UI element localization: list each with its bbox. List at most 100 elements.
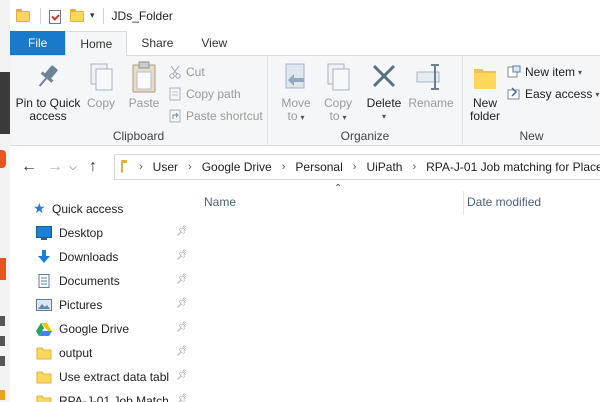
copy-path-icon xyxy=(168,87,182,101)
toolbar-divider xyxy=(40,7,41,24)
forward-arrow-icon[interactable]: → xyxy=(44,156,66,178)
copy-button[interactable]: Copy xyxy=(84,60,118,110)
delete-chevron-down-icon[interactable]: ▾ xyxy=(382,110,386,123)
copy-label: Copy xyxy=(86,96,115,110)
up-arrow-icon[interactable]: ↑ xyxy=(82,156,104,178)
move-to-label-line2: to ▾ xyxy=(287,109,305,123)
tab-view[interactable]: View xyxy=(187,31,241,55)
cut-label: Cut xyxy=(186,65,205,79)
pin-icon[interactable]: 📌︎ xyxy=(176,251,186,261)
pin-icon[interactable]: 📌︎ xyxy=(176,299,186,309)
breadcrumb-separator-icon: › xyxy=(139,161,143,173)
column-divider[interactable] xyxy=(463,191,464,215)
column-header-date-modified[interactable]: Date modified xyxy=(467,187,541,217)
sidebar-item-label: Use extract data tabl xyxy=(59,370,170,384)
pin-icon[interactable]: 📌︎ xyxy=(176,323,186,333)
title-bar: ▾ JDs_Folder xyxy=(10,0,600,31)
sidebar-item-label: Desktop xyxy=(59,226,104,240)
tab-file[interactable]: File xyxy=(10,31,66,55)
copy-to-label-line2: to ▾ xyxy=(329,109,347,123)
breadcrumb-rpa-folder[interactable]: RPA-J-01 Job matching for Placeme xyxy=(426,160,600,174)
pin-to-quick-access-button[interactable]: Pin to Quick access xyxy=(14,60,82,123)
sidebar-item-desktop[interactable]: Desktop 📌︎ xyxy=(36,222,186,244)
easy-access-chevron-down-icon: ▾ xyxy=(595,89,600,99)
back-arrow-icon[interactable]: ← xyxy=(18,156,40,178)
rename-icon xyxy=(415,60,447,94)
download-icon xyxy=(36,250,52,264)
copy-path-label: Copy path xyxy=(186,87,241,101)
address-bar[interactable]: › User › Google Drive › Personal › UiPat… xyxy=(114,154,600,180)
easy-access-button[interactable]: Easy access ▾ xyxy=(507,84,599,104)
easy-access-label: Easy access xyxy=(525,87,593,101)
copy-path-button[interactable]: Copy path xyxy=(168,84,241,104)
folder-icon xyxy=(16,8,30,22)
screen: ▾ JDs_Folder File Home Share View Pin to… xyxy=(0,0,600,402)
column-header-date-label: Date modified xyxy=(467,195,542,209)
pin-icon[interactable]: 📌︎ xyxy=(176,395,186,402)
sidebar-item-use-extract-data[interactable]: Use extract data tabl 📌︎ xyxy=(36,366,186,388)
new-item-button[interactable]: New item ▾ xyxy=(507,62,582,82)
new-item-label: New item xyxy=(525,65,576,79)
paste-shortcut-button[interactable]: Paste shortcut xyxy=(168,106,263,126)
background-text-fragment xyxy=(0,356,5,366)
properties-icon[interactable] xyxy=(49,9,61,24)
pin-icon[interactable]: 📌︎ xyxy=(176,371,186,381)
breadcrumb-separator-icon[interactable]: › xyxy=(188,161,192,173)
customize-toolbar-chevron-icon[interactable]: ▾ xyxy=(90,10,95,21)
sidebar-item-downloads[interactable]: Downloads 📌︎ xyxy=(36,246,186,268)
background-orange-mark xyxy=(0,150,6,168)
folder-icon xyxy=(36,370,52,384)
clipboard-group: Pin to Quick access Copy Paste Cut Copy … xyxy=(10,56,268,146)
tab-home[interactable]: Home xyxy=(65,31,128,56)
breadcrumb-separator-icon[interactable]: › xyxy=(282,161,286,173)
navigation-bar: ← → ⌵ ↑ › User › Google Drive › Personal… xyxy=(10,147,600,187)
new-folder-button[interactable]: New folder xyxy=(467,60,503,123)
sidebar-item-rpa-job-match[interactable]: RPA-J-01 Job Match 📌︎ xyxy=(36,390,186,402)
sidebar-item-quick-access[interactable]: Quick access xyxy=(52,198,202,220)
rename-button[interactable]: Rename xyxy=(406,60,456,110)
google-drive-icon xyxy=(36,322,52,336)
move-to-button[interactable]: Move to ▾ xyxy=(276,60,316,124)
sidebar-item-pictures[interactable]: Pictures 📌︎ xyxy=(36,294,186,316)
ribbon: Pin to Quick access Copy Paste Cut Copy … xyxy=(10,56,600,146)
sidebar-item-documents[interactable]: Documents 📌︎ xyxy=(36,270,186,292)
breadcrumb-separator-icon[interactable]: › xyxy=(412,161,416,173)
organize-group: Move to ▾ Copy to ▾ Delete ▾ Rename Orga… xyxy=(268,56,463,146)
rename-label: Rename xyxy=(408,96,454,110)
file-list: ⌃ Name Date modified xyxy=(188,183,600,402)
column-header-name[interactable]: Name xyxy=(204,187,236,217)
breadcrumb-separator-icon[interactable]: › xyxy=(353,161,357,173)
pictures-icon xyxy=(36,298,52,312)
copy-to-button[interactable]: Copy to ▾ xyxy=(318,60,358,124)
breadcrumb-user[interactable]: User xyxy=(153,160,178,174)
pin-icon[interactable]: 📌︎ xyxy=(176,275,186,285)
new-folder-quick-icon[interactable] xyxy=(70,8,84,22)
breadcrumb-google-drive[interactable]: Google Drive xyxy=(202,160,272,174)
sidebar-item-google-drive[interactable]: Google Drive 📌︎ xyxy=(36,318,186,340)
breadcrumb-uipath[interactable]: UiPath xyxy=(366,160,402,174)
content-area: ★ Quick access Desktop 📌︎ Downloads 📌︎ D… xyxy=(10,183,600,402)
background-orange-mark xyxy=(0,258,6,280)
pin-icon xyxy=(32,60,64,94)
recent-locations-chevron-icon[interactable]: ⌵ xyxy=(66,156,80,178)
paste-button[interactable]: Paste xyxy=(124,60,164,110)
breadcrumb-personal[interactable]: Personal xyxy=(295,160,342,174)
navigation-pane: ★ Quick access Desktop 📌︎ Downloads 📌︎ D… xyxy=(10,187,188,402)
pin-icon[interactable]: 📌︎ xyxy=(176,347,186,357)
paste-shortcut-icon xyxy=(168,109,182,123)
new-group: New folder New item ▾ Easy access ▾ New xyxy=(463,56,600,146)
folder-icon xyxy=(36,394,52,402)
tab-share[interactable]: Share xyxy=(127,31,187,55)
delete-button[interactable]: Delete ▾ xyxy=(364,60,404,123)
pin-icon[interactable]: 📌︎ xyxy=(176,227,186,237)
sidebar-item-label: RPA-J-01 Job Match xyxy=(59,394,169,402)
desktop-icon xyxy=(36,226,52,240)
sort-up-icon: ⌃ xyxy=(334,183,343,194)
toolbar-divider xyxy=(102,7,104,24)
new-item-icon xyxy=(507,65,521,79)
sidebar-item-output[interactable]: output 📌︎ xyxy=(36,342,186,364)
explorer-window: ▾ JDs_Folder File Home Share View Pin to… xyxy=(10,0,600,402)
delete-x-icon xyxy=(368,60,400,94)
sidebar-item-label: Downloads xyxy=(59,250,119,264)
cut-button[interactable]: Cut xyxy=(168,62,205,82)
